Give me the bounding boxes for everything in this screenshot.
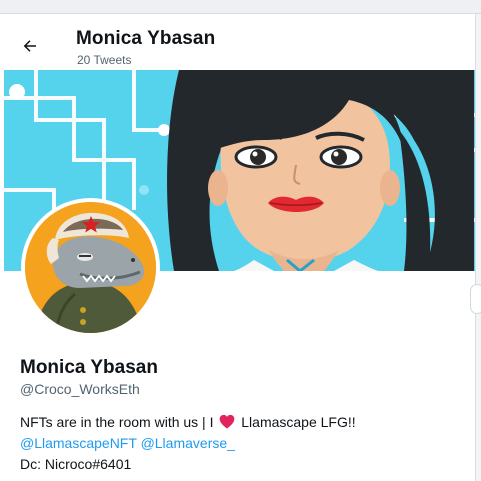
red-heart-icon bbox=[220, 414, 235, 429]
arrow-left-icon bbox=[23, 40, 36, 52]
back-button[interactable] bbox=[14, 30, 46, 62]
mention-link[interactable]: @Llamaverse_ bbox=[141, 435, 235, 451]
bio-text: Llamascape LFG!! bbox=[241, 414, 356, 430]
profile-handle: @Croco_WorksEth bbox=[20, 381, 140, 397]
avatar[interactable] bbox=[25, 202, 156, 333]
mention-link[interactable]: @LlamascapeNFT bbox=[20, 435, 137, 451]
more-options-button[interactable] bbox=[470, 284, 481, 314]
bio-line-3: Dc: Nicroco#6401 bbox=[20, 456, 132, 472]
bio-line-1: NFTs are in the room with us | I Llamasc… bbox=[20, 412, 460, 433]
profile-bio: NFTs are in the room with us | I Llamasc… bbox=[20, 412, 460, 475]
bio-text: NFTs are in the room with us | I bbox=[20, 414, 214, 430]
profile-header: Monica Ybasan 20 Tweets bbox=[0, 14, 475, 70]
profile-name: Monica Ybasan bbox=[20, 357, 158, 378]
tweet-count: 20 Tweets bbox=[77, 53, 132, 67]
browser-top-strip bbox=[0, 0, 481, 14]
scrollbar-track[interactable] bbox=[475, 14, 481, 481]
header-title: Monica Ybasan bbox=[76, 28, 216, 49]
bio-line-2: @LlamascapeNFT @Llamaverse_ bbox=[20, 433, 460, 454]
